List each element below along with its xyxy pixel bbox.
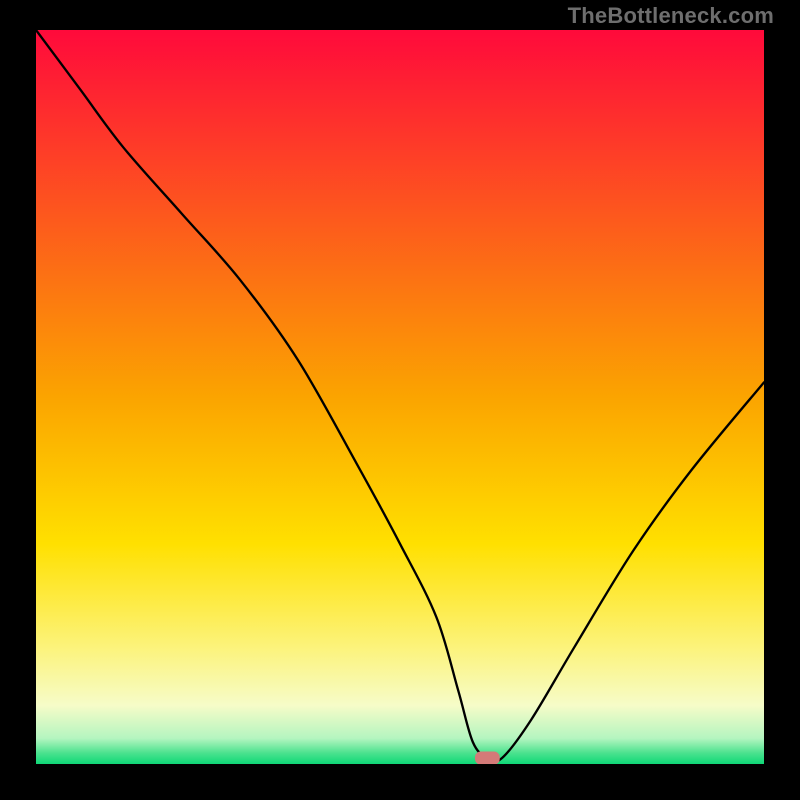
watermark-text: TheBottleneck.com [568, 3, 774, 29]
optimum-marker [475, 752, 500, 764]
plot-area [36, 30, 764, 764]
gradient-background [36, 30, 764, 764]
chart-svg [36, 30, 764, 764]
chart-frame: TheBottleneck.com [0, 0, 800, 800]
